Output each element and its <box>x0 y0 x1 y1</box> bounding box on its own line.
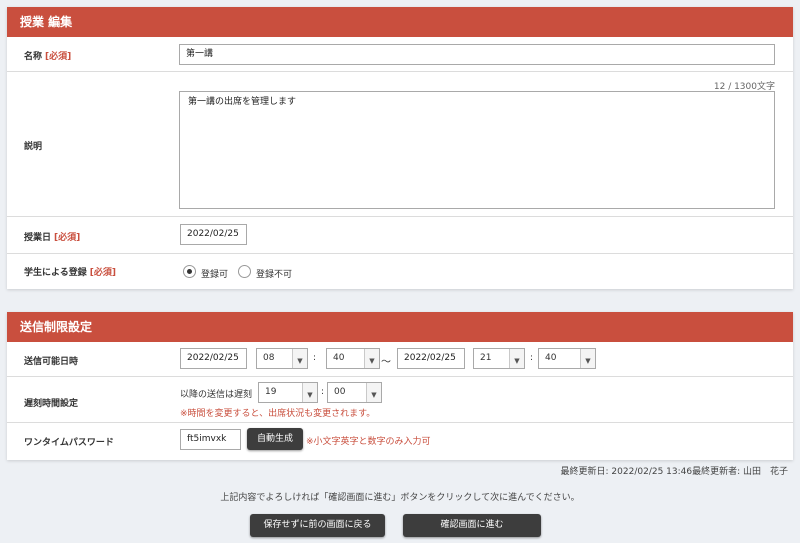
end-minute-value: 40 <box>545 353 557 363</box>
otp-input[interactable]: ft5imvxk <box>180 429 241 450</box>
late-change-warning: ※時間を変更すると、出席状況も変更されます。 <box>180 409 376 419</box>
chevron-down-icon: ▼ <box>366 383 381 402</box>
registration-allowed-label[interactable]: 登録可 <box>201 267 228 280</box>
required-badge: [必須] <box>45 52 72 62</box>
start-date-input[interactable]: 2022/02/25 <box>180 348 247 369</box>
date-label-text: 授業日 <box>24 233 52 243</box>
registration-not-allowed-radio[interactable] <box>238 265 251 278</box>
end-hour-value: 21 <box>480 353 492 363</box>
proceed-to-confirm-button[interactable]: 確認画面に進む <box>403 514 541 537</box>
description-text: 第一講の出席を管理します <box>188 97 297 107</box>
otp-input-note: ※小文字英字と数字のみ入力可 <box>306 437 431 447</box>
student-registration-label: 学生による登録 [必須] <box>24 265 116 278</box>
start-minute-value: 40 <box>333 353 345 363</box>
start-hour-value: 08 <box>263 353 275 363</box>
lesson-edit-panel: 授業 編集 名称 [必須] 第一講 12 / 1300文字 説明 第一講の出席を管… <box>7 7 793 289</box>
student-registration-row: 学生による登録 [必須] 登録可 登録不可 <box>7 254 793 289</box>
description-textarea[interactable]: 第一講の出席を管理します <box>179 91 775 209</box>
end-hour-select[interactable]: 21 ▼ <box>473 348 525 369</box>
send-restriction-title: 送信制限設定 <box>7 312 793 342</box>
time-colon: : <box>530 353 534 363</box>
otp-row: ワンタイムパスワード ft5imvxk 自動生成 ※小文字英字と数字のみ入力可 <box>7 423 793 460</box>
name-input[interactable]: 第一講 <box>179 44 775 65</box>
confirm-instruction: 上記内容でよろしければ「確認画面に進む」ボタンをクリックして次に進んでください。 <box>220 493 580 503</box>
description-row: 12 / 1300文字 説明 第一講の出席を管理します <box>7 72 793 217</box>
lesson-date-input[interactable]: 2022/02/25 <box>180 224 247 245</box>
start-minute-select[interactable]: 40 ▼ <box>326 348 380 369</box>
required-badge: [必須] <box>89 268 116 278</box>
chevron-down-icon: ▼ <box>302 383 317 402</box>
date-label: 授業日 [必須] <box>24 230 80 243</box>
late-time-label: 遅刻時間設定 <box>24 399 79 409</box>
time-colon: : <box>321 387 325 397</box>
send-period-row: 送信可能日時 2022/02/25 08 ▼ : 40 ▼ ～ 2022/02/… <box>7 342 793 377</box>
late-minute-select[interactable]: 00 ▼ <box>327 382 382 403</box>
registration-not-allowed-label[interactable]: 登録不可 <box>256 267 292 280</box>
late-hour-value: 19 <box>265 387 277 397</box>
required-badge: [必須] <box>54 233 81 243</box>
chevron-down-icon: ▼ <box>292 349 307 368</box>
chevron-down-icon: ▼ <box>580 349 595 368</box>
time-colon: : <box>313 353 317 363</box>
start-hour-select[interactable]: 08 ▼ <box>256 348 308 369</box>
last-updated-info: 最終更新日: 2022/02/25 13:46最終更新者: 山田 花子 <box>560 467 788 477</box>
late-prefix-text: 以降の送信は遅刻 <box>180 390 253 400</box>
name-row: 名称 [必須] 第一講 <box>7 37 793 72</box>
chevron-down-icon: ▼ <box>364 349 379 368</box>
back-without-saving-button[interactable]: 保存せずに前の画面に戻る <box>250 514 385 537</box>
range-tilde: ～ <box>381 357 391 368</box>
name-label-text: 名称 <box>24 52 43 62</box>
end-date-input[interactable]: 2022/02/25 <box>397 348 465 369</box>
late-minute-value: 00 <box>334 387 346 397</box>
late-hour-select[interactable]: 19 ▼ <box>258 382 318 403</box>
lesson-edit-title: 授業 編集 <box>7 7 793 37</box>
chevron-down-icon: ▼ <box>509 349 524 368</box>
send-restriction-panel: 送信制限設定 送信可能日時 2022/02/25 08 ▼ : 40 ▼ ～ 2… <box>7 312 793 460</box>
otp-label: ワンタイムパスワード <box>24 438 114 448</box>
send-period-label: 送信可能日時 <box>24 357 79 367</box>
student-registration-label-text: 学生による登録 <box>24 268 87 278</box>
name-label: 名称 [必須] <box>24 49 71 62</box>
late-time-row: 遅刻時間設定 以降の送信は遅刻 19 ▼ : 00 ▼ ※時間を変更すると、出席… <box>7 377 793 423</box>
date-row: 授業日 [必須] 2022/02/25 <box>7 217 793 254</box>
end-minute-select[interactable]: 40 ▼ <box>538 348 596 369</box>
registration-allowed-radio[interactable] <box>183 265 196 278</box>
auto-generate-button[interactable]: 自動生成 <box>247 428 303 450</box>
description-label: 説明 <box>24 142 43 152</box>
